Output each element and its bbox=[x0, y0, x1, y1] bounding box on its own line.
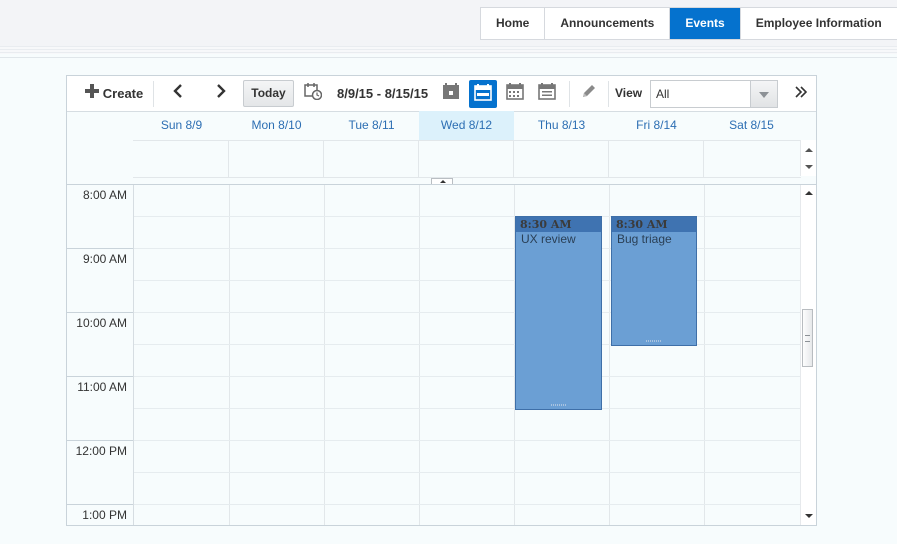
calendar-list-icon bbox=[538, 82, 556, 105]
all-day-area[interactable] bbox=[133, 140, 801, 178]
create-label: Create bbox=[102, 86, 144, 101]
month-view-button[interactable] bbox=[501, 76, 529, 111]
half-hour-line bbox=[134, 280, 802, 281]
event-time: 8:30 AM bbox=[516, 217, 601, 232]
half-hour-line bbox=[134, 472, 802, 473]
toolbar-separator bbox=[569, 81, 570, 107]
column-divider bbox=[609, 185, 610, 525]
column-divider bbox=[418, 141, 419, 177]
toolbar-separator bbox=[608, 81, 609, 107]
event-title: UX review bbox=[521, 232, 576, 246]
create-button[interactable]: Create bbox=[75, 76, 153, 111]
day-header-fri[interactable]: Fri 8/14 bbox=[609, 111, 704, 140]
nav-employee-information[interactable]: Employee Information bbox=[741, 8, 897, 39]
hour-divider bbox=[67, 312, 133, 313]
nav-home[interactable]: Home bbox=[481, 8, 546, 39]
time-label: 12:00 PM bbox=[75, 444, 127, 458]
date-range: 8/9/15 - 8/15/15 bbox=[337, 86, 429, 101]
column-divider bbox=[704, 185, 705, 525]
time-label: 10:00 AM bbox=[76, 316, 127, 330]
resize-handle-icon[interactable] bbox=[550, 404, 567, 406]
toolbar-separator bbox=[153, 81, 154, 107]
time-gutter: 8:00 AM 9:00 AM 10:00 AM 11:00 AM 12:00 … bbox=[67, 185, 133, 525]
calendar-day-icon bbox=[442, 82, 460, 105]
double-chevron-right-icon bbox=[795, 85, 808, 103]
day-header-mon[interactable]: Mon 8/10 bbox=[229, 111, 324, 140]
column-divider bbox=[608, 141, 609, 177]
chevron-right-icon bbox=[216, 84, 226, 103]
column-divider bbox=[324, 185, 325, 525]
today-button[interactable]: Today bbox=[243, 80, 294, 107]
next-button[interactable] bbox=[208, 76, 234, 111]
hour-line bbox=[134, 248, 802, 249]
column-divider bbox=[703, 141, 704, 177]
chevron-left-icon bbox=[173, 84, 183, 103]
header-divider bbox=[0, 46, 897, 54]
time-label: 1:00 PM bbox=[82, 508, 127, 522]
calendar-clock-icon bbox=[304, 82, 323, 105]
calendar-week-icon bbox=[474, 83, 492, 106]
edit-button[interactable] bbox=[575, 76, 603, 111]
calendar-toolbar: Create Today 8/9/15 - 8/15/15 View All bbox=[67, 76, 816, 112]
time-label: 9:00 AM bbox=[82, 252, 127, 266]
event-bug-triage[interactable]: 8:30 AM Bug triage bbox=[611, 216, 697, 346]
column-divider bbox=[513, 141, 514, 177]
all-day-scrollbar[interactable] bbox=[800, 140, 816, 176]
hour-line bbox=[134, 312, 802, 313]
calendar-month-icon bbox=[506, 82, 524, 105]
time-grid-scrollbar[interactable] bbox=[800, 185, 816, 525]
go-to-date-button[interactable] bbox=[301, 76, 325, 111]
scroll-up-icon[interactable] bbox=[805, 191, 813, 195]
resize-handle-icon[interactable] bbox=[646, 340, 662, 342]
time-label: 11:00 AM bbox=[77, 380, 127, 394]
list-view-button[interactable] bbox=[533, 76, 561, 111]
calendar: Create Today 8/9/15 - 8/15/15 View All S… bbox=[66, 75, 817, 526]
chevron-down-icon[interactable] bbox=[750, 81, 777, 107]
hour-divider bbox=[67, 248, 133, 249]
event-title: Bug triage bbox=[617, 232, 672, 246]
scroll-down-icon[interactable] bbox=[805, 165, 813, 169]
nav-events[interactable]: Events bbox=[670, 8, 741, 39]
day-header-wed[interactable]: Wed 8/12 bbox=[419, 111, 514, 140]
scrollbar-thumb[interactable] bbox=[802, 309, 813, 367]
hour-divider bbox=[67, 376, 133, 377]
previous-button[interactable] bbox=[165, 76, 191, 111]
column-divider bbox=[323, 141, 324, 177]
view-select-value: All bbox=[656, 87, 670, 101]
plus-icon bbox=[84, 84, 99, 103]
day-header-thu[interactable]: Thu 8/13 bbox=[514, 111, 609, 140]
event-time: 8:30 AM bbox=[612, 217, 696, 232]
hour-divider bbox=[67, 504, 133, 505]
main-nav: Home Announcements Events Employee Infor… bbox=[480, 7, 897, 40]
half-hour-line bbox=[134, 344, 802, 345]
hour-line bbox=[134, 504, 802, 505]
event-ux-review[interactable]: 8:30 AM UX review bbox=[515, 216, 602, 410]
column-divider bbox=[419, 185, 420, 525]
nav-announcements[interactable]: Announcements bbox=[545, 8, 671, 39]
scroll-up-icon[interactable] bbox=[805, 148, 813, 152]
view-select[interactable]: All bbox=[650, 80, 778, 108]
time-grid[interactable]: 8:30 AM UX review 8:30 AM Bug triage bbox=[133, 185, 802, 525]
column-divider bbox=[228, 141, 229, 177]
hour-line bbox=[134, 440, 802, 441]
half-hour-line bbox=[134, 408, 802, 409]
day-header-sat[interactable]: Sat 8/15 bbox=[704, 111, 799, 140]
overflow-button[interactable] bbox=[789, 76, 813, 111]
hour-line bbox=[134, 376, 802, 377]
scroll-down-icon[interactable] bbox=[805, 514, 813, 518]
day-header-tue[interactable]: Tue 8/11 bbox=[324, 111, 419, 140]
half-hour-line bbox=[134, 216, 802, 217]
day-header-sun[interactable]: Sun 8/9 bbox=[134, 111, 229, 140]
header-rule bbox=[0, 57, 897, 58]
view-label: View bbox=[615, 86, 643, 100]
time-label: 8:00 AM bbox=[82, 188, 127, 202]
column-divider bbox=[229, 185, 230, 525]
hour-divider bbox=[67, 440, 133, 441]
week-view-button[interactable] bbox=[469, 80, 497, 108]
day-view-button[interactable] bbox=[437, 76, 465, 111]
pencil-icon bbox=[580, 82, 598, 105]
